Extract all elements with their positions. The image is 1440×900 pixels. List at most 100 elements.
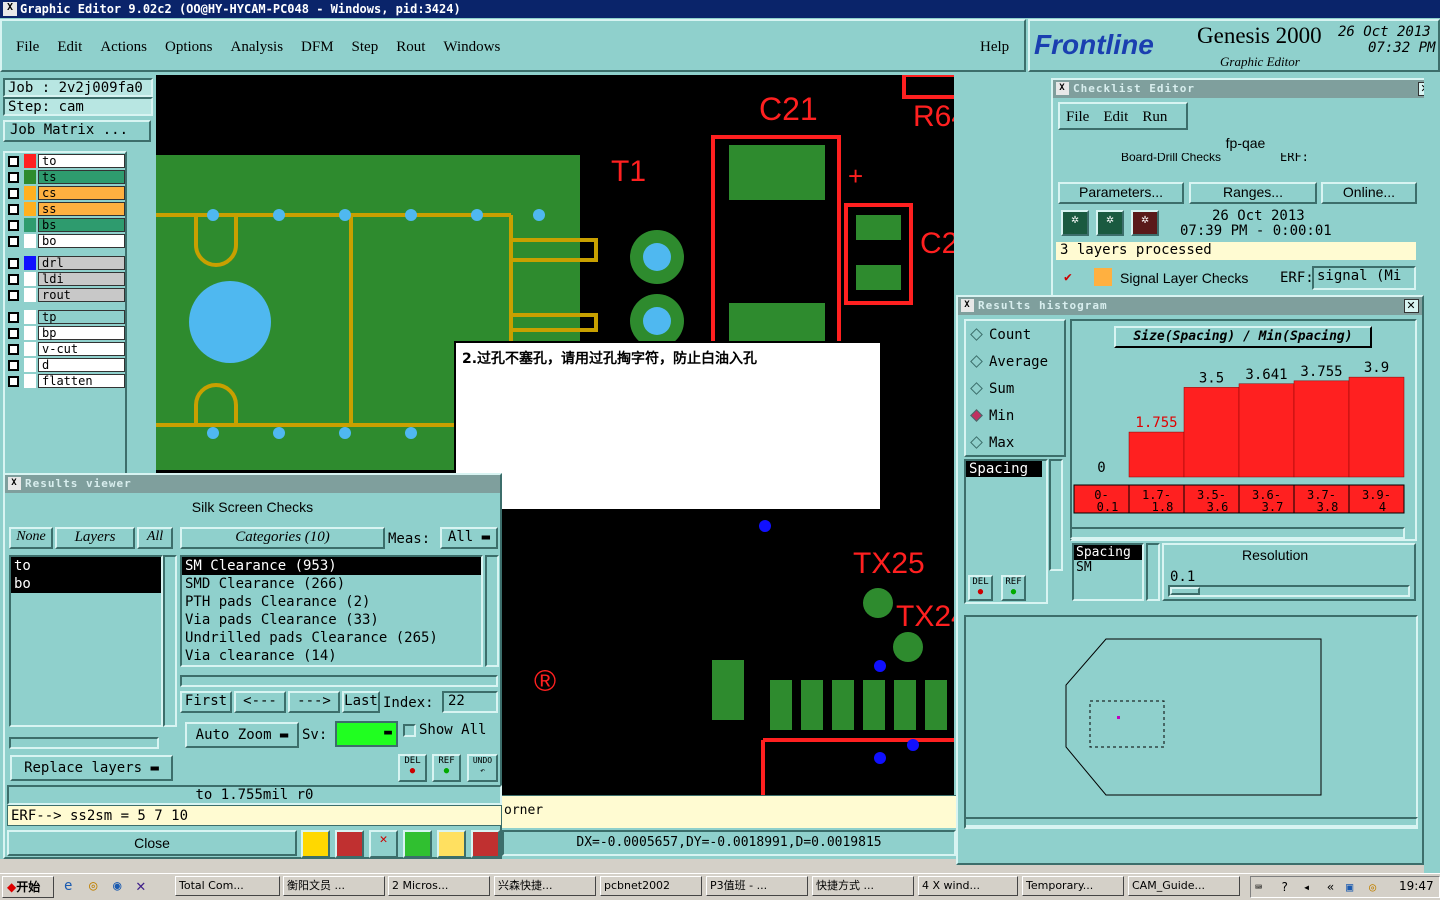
layer-list-hscroll[interactable] [9,737,159,749]
layer-name[interactable]: rout [38,288,125,302]
taskbar-item[interactable]: 4 X wind... [918,876,1018,896]
layer-color-swatch[interactable] [24,218,36,232]
layer-checkbox[interactable] [8,327,19,339]
layer-checkbox[interactable] [8,257,19,269]
layer-name[interactable]: tp [38,310,125,324]
x-app-icon[interactable]: ✕ [136,876,146,895]
layer-color-swatch[interactable] [24,154,36,168]
layer-color-swatch[interactable] [24,326,36,340]
layer-results-list[interactable]: to bo [9,555,163,727]
layer-checkbox[interactable] [8,273,19,285]
layer-checkbox[interactable] [8,343,19,355]
layer-checkbox[interactable] [8,155,19,167]
layer-name[interactable]: drl [38,256,125,270]
layer-name[interactable]: bs [38,218,125,232]
layer-checkbox[interactable] [8,359,19,371]
all-button[interactable]: All [137,527,173,549]
layer-checkbox[interactable] [8,187,19,199]
stop-icon[interactable]: ✲ [1131,210,1159,236]
taskbar-item[interactable]: P3值班 - ... [706,876,808,896]
field-list-2-scrollbar[interactable] [1146,543,1160,601]
resolution-slider[interactable] [1168,585,1410,597]
menu-edit[interactable]: Edit [57,39,82,56]
prev-button[interactable]: <--- [234,691,286,713]
mode-radio-average[interactable]: Average [966,348,1064,375]
sound-icon[interactable]: ◂ [1303,880,1310,894]
hist-ref-button[interactable]: REF ● [1001,575,1026,601]
keyboard-icon[interactable]: ⌨ [1255,880,1262,894]
antivirus-icon[interactable]: ◎ [1369,880,1376,894]
tool-icon-notes[interactable] [437,830,466,858]
layer-result-item[interactable]: bo [11,575,161,593]
categories-button[interactable]: Categories (10) [180,527,385,549]
layer-color-swatch[interactable] [24,358,36,372]
field-list-2-item[interactable]: SM [1074,560,1142,575]
histogram-bar[interactable] [1293,380,1350,478]
taskbar-item[interactable]: Total Com... [175,876,280,896]
ranges-button[interactable]: Ranges... [1189,182,1317,204]
layer-name[interactable]: cs [38,186,125,200]
layer-name[interactable]: d [38,358,125,372]
layer-row-flatten[interactable]: flatten [5,373,125,389]
histogram-bar[interactable] [1238,383,1295,478]
taskbar-item[interactable]: 衡阳文员 ... [283,876,385,896]
menu-file[interactable]: File [16,39,39,56]
layer-row-to[interactable]: to [5,153,125,169]
histogram-bar[interactable] [1183,387,1240,478]
menu-help[interactable]: Help [980,39,1009,56]
layer-result-item[interactable]: to [11,557,161,575]
taskbar-item[interactable]: 快捷方式 ... [812,876,914,896]
layer-name[interactable]: bo [38,234,125,248]
tool-icon-histogram[interactable] [471,830,500,858]
ie-icon[interactable]: e [64,878,72,894]
layer-color-swatch[interactable] [24,170,36,184]
next-button[interactable]: ---> [288,691,340,713]
layer-color-swatch[interactable] [24,202,36,216]
menu-analysis[interactable]: Analysis [231,39,284,56]
menu-options[interactable]: Options [165,39,213,56]
layer-color-swatch[interactable] [24,342,36,356]
layer-name[interactable]: ts [38,170,125,184]
replace-layers-select[interactable]: Replace layers ▬ [10,755,173,781]
layer-color-swatch[interactable] [24,256,36,270]
category-item[interactable]: PTH pads Clearance (2) [182,593,481,611]
layer-color-swatch[interactable] [24,186,36,200]
online-button[interactable]: Online... [1321,182,1417,204]
job-matrix-button[interactable]: Job Matrix ... [3,120,151,142]
taskbar-item[interactable]: 兴森快捷... [494,876,596,896]
layer-color-swatch[interactable] [24,272,36,286]
resolution-slider-thumb[interactable] [1170,587,1200,595]
layer-checkbox[interactable] [8,219,19,231]
layer-checkbox[interactable] [8,171,19,183]
field-list-scrollbar[interactable] [1049,459,1063,571]
tray-expand-icon[interactable]: « [1327,880,1334,894]
taskbar-item[interactable]: Temporary... [1022,876,1124,896]
none-button[interactable]: None [9,527,53,549]
run-icon[interactable]: ✲ [1061,210,1089,236]
category-scrollbar[interactable] [485,555,499,667]
layer-color-swatch[interactable] [24,288,36,302]
del-button[interactable]: DEL ● [398,754,427,782]
auto-zoom-select[interactable]: Auto Zoom ▬ [185,722,299,748]
layer-name[interactable]: bp [38,326,125,340]
taskbar-item[interactable]: pcbnet2002 [600,876,702,896]
menu-dfm[interactable]: DFM [301,39,334,56]
layer-row-bp[interactable]: bp [5,325,125,341]
checklist-menu-run[interactable]: Run [1142,109,1167,125]
layer-checkbox[interactable] [8,311,19,323]
layer-row-ts[interactable]: ts [5,169,125,185]
layer-row-cs[interactable]: cs [5,185,125,201]
layer-checkbox[interactable] [8,289,19,301]
taskbar-item[interactable]: 2 Micros... [388,876,490,896]
layer-row-v-cut[interactable]: v-cut [5,341,125,357]
menu-actions[interactable]: Actions [100,39,147,56]
checklist-menu-file[interactable]: File [1066,109,1089,125]
category-item-selected[interactable]: SM Clearance (953) [182,557,481,575]
last-button[interactable]: Last [342,691,380,713]
field-list-2[interactable]: Spacing SM [1072,543,1144,601]
menu-windows[interactable]: Windows [443,39,500,56]
layer-name[interactable]: to [38,154,125,168]
layer-color-swatch[interactable] [24,234,36,248]
category-item[interactable]: SMD Clearance (266) [182,575,481,593]
category-item[interactable]: Via pads Clearance (33) [182,611,481,629]
